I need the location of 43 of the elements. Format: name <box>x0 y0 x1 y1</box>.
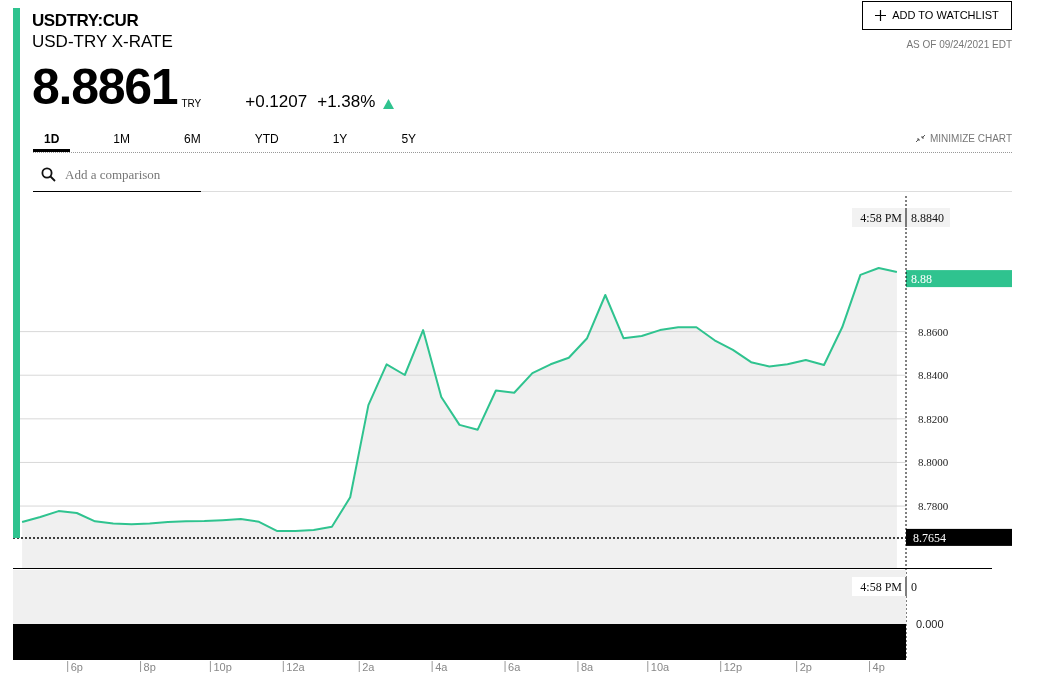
price-change: +0.1207 <box>245 90 308 113</box>
crosshair-time: 4:58 PM <box>860 211 902 225</box>
range-tab[interactable]: 1D <box>33 128 71 152</box>
price: 8.8861 <box>32 62 178 112</box>
range-tab[interactable]: 5Y <box>390 128 428 152</box>
x-axis-label: 6p <box>70 661 83 673</box>
y-axis-label: 8.8400 <box>918 369 949 382</box>
x-axis-label: 4a <box>435 661 448 673</box>
last-price-value: 8.88 <box>911 272 932 287</box>
x-axis-label: 8a <box>580 661 594 673</box>
ticker-symbol: USDTRY:CUR <box>32 10 140 32</box>
x-axis-label: 12a <box>286 661 305 673</box>
plus-icon <box>875 10 887 21</box>
x-axis-label: 12p <box>723 661 743 673</box>
range-tab[interactable]: 1M <box>102 128 141 152</box>
previous-close-value: 8.7654 <box>913 530 946 545</box>
currency-code: TRY <box>181 97 202 111</box>
range-tab[interactable]: 6M <box>173 128 212 152</box>
range-tab[interactable]: 1Y <box>321 128 359 152</box>
crosshair-time: 4:58 PM <box>860 580 902 594</box>
x-axis-label: 10p <box>213 661 232 673</box>
y-axis-label: 8.8600 <box>918 325 949 338</box>
crosshair-value: 0 <box>911 580 917 594</box>
y-axis-label: 8.7800 <box>918 500 949 513</box>
y-axis-label: 8.8000 <box>918 456 949 469</box>
x-axis-label: 4p <box>872 661 885 673</box>
percent-change: +1.38% <box>317 90 376 113</box>
x-axis-label: 2a <box>362 661 375 673</box>
y-axis-label: 0.000 <box>916 618 944 630</box>
add-to-watchlist-button[interactable]: ADD TO WATCHLIST <box>862 1 1012 30</box>
instrument-name: USD-TRY X-RATE <box>32 31 173 53</box>
crosshair-value: 8.8840 <box>911 211 944 225</box>
y-axis-label: 8.8200 <box>918 412 949 425</box>
x-axis-label: 8p <box>143 661 156 673</box>
x-axis-label: 6a <box>508 661 521 673</box>
search-icon <box>41 167 56 182</box>
comparison-search-field[interactable]: Add a comparison <box>33 158 201 192</box>
minimize-chart-button[interactable]: MINIMIZE CHART <box>914 131 1012 146</box>
collapse-arrows-icon <box>914 134 926 143</box>
x-axis-label: 10a <box>650 661 670 673</box>
as-of-date: AS OF 09/24/2021 EDT <box>906 38 1012 52</box>
x-axis-label: 2p <box>799 661 812 673</box>
range-tab[interactable]: YTD <box>243 128 290 152</box>
